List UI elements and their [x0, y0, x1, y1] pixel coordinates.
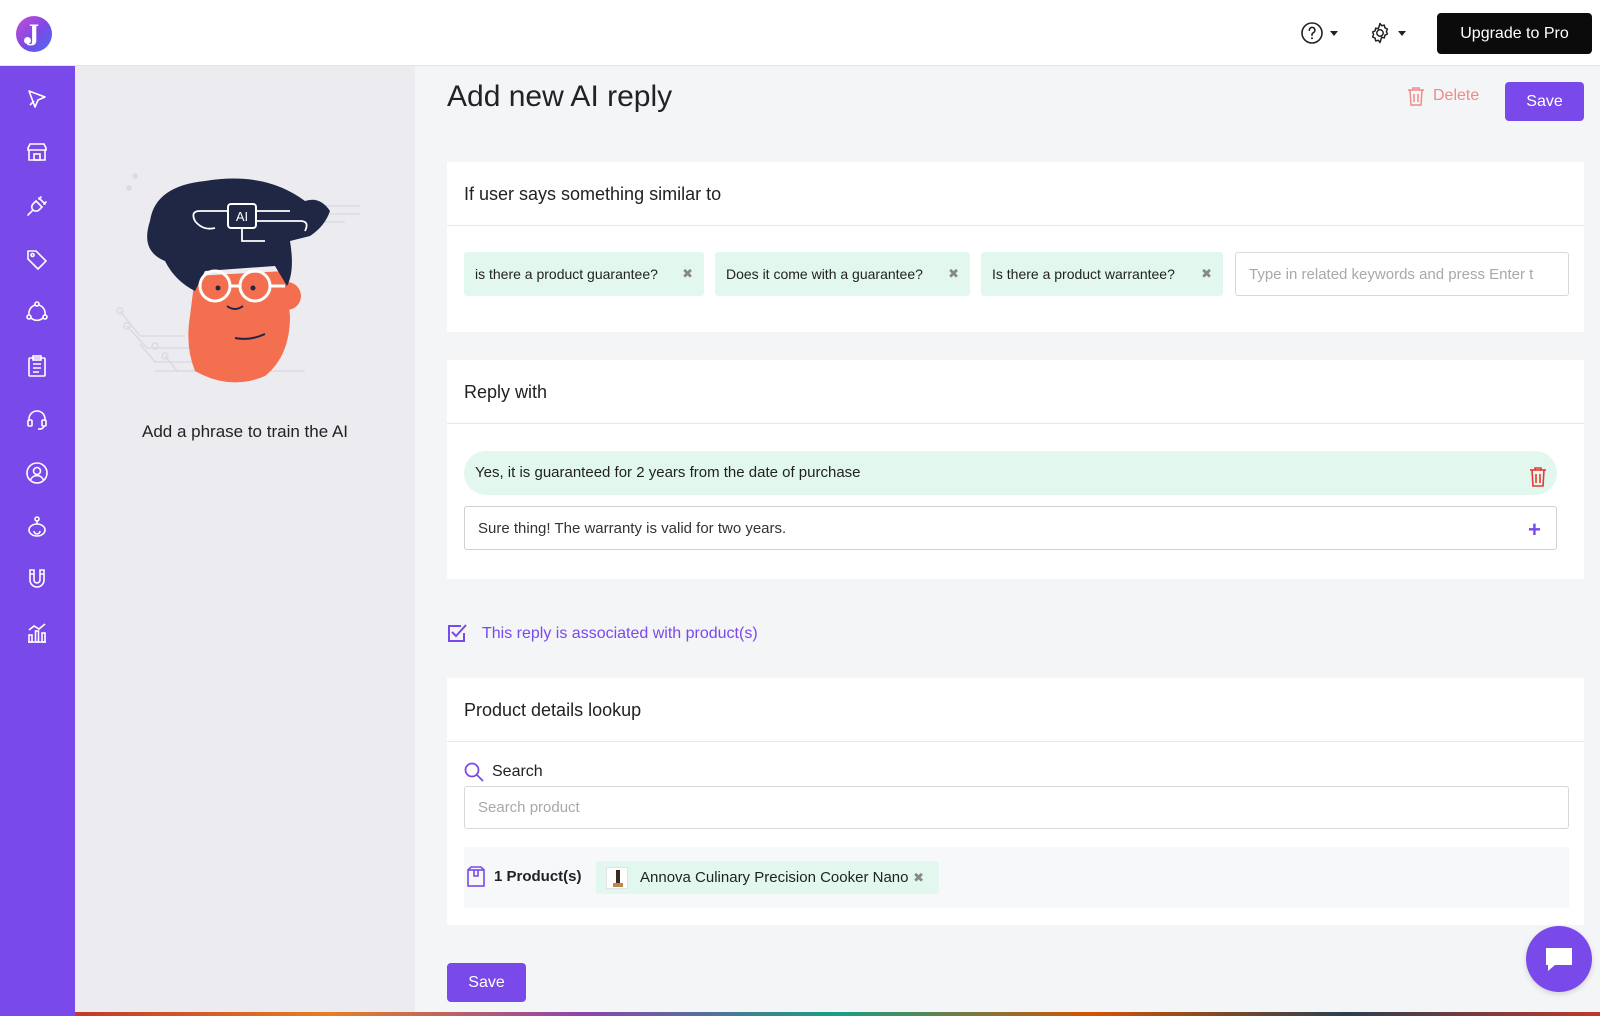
sidebar-item-integrations[interactable] [24, 193, 50, 219]
delete-reply-button[interactable] [1529, 462, 1547, 506]
background-strip [75, 1012, 1600, 1016]
phrase-text: Does it come with a guarantee? [726, 266, 923, 282]
existing-reply: Yes, it is guaranteed for 2 years from t… [464, 451, 1557, 495]
trash-icon [1530, 467, 1546, 487]
sidebar-item-workflows[interactable] [24, 299, 50, 325]
workflow-icon [26, 301, 48, 322]
sidebar-item-orders[interactable] [24, 353, 50, 379]
search-label-row: Search [464, 762, 543, 782]
sidebar-item-tags[interactable] [24, 246, 50, 272]
gear-icon [1371, 22, 1389, 44]
ai-badge-text: AI [236, 209, 248, 224]
existing-reply-text: Yes, it is guaranteed for 2 years from t… [475, 464, 861, 481]
remove-chip-icon[interactable]: ✖ [948, 266, 959, 282]
product-thumbnail [606, 866, 628, 889]
checkbox-checked-icon [448, 624, 467, 642]
save-button-top[interactable]: Save [1505, 82, 1584, 121]
product-chip: Annova Culinary Precision Cooker Nano ✖ [596, 861, 939, 894]
logo-dot [24, 37, 31, 44]
delete-label: Delete [1433, 87, 1480, 104]
illustration-panel: AI Add a phrase to train the AI [75, 66, 415, 1016]
plus-icon: + [1528, 517, 1541, 542]
sidebar-item-customers[interactable] [24, 460, 50, 486]
remove-chip-icon[interactable]: ✖ [1201, 266, 1212, 282]
tag-icon [27, 250, 47, 270]
chevron-down-icon [1330, 30, 1338, 36]
upgrade-button[interactable]: Upgrade to Pro [1437, 13, 1592, 54]
product-search-input[interactable] [464, 786, 1569, 829]
app-logo[interactable]: J [16, 16, 52, 52]
magnet-icon [29, 569, 45, 588]
package-icon [467, 866, 485, 887]
phrase-text: Is there a product warrantee? [992, 266, 1175, 282]
similar-phrases-heading: If user says something similar to [447, 162, 1584, 226]
plug-icon [27, 196, 47, 216]
selected-products-row: 1 Product(s) Annova Culinary Precision C… [464, 847, 1569, 908]
remove-product-icon[interactable]: ✖ [913, 870, 924, 886]
analytics-icon [28, 623, 46, 643]
clipboard-icon [28, 355, 46, 377]
reply-heading: Reply with [447, 360, 1584, 424]
headset-icon [27, 410, 47, 430]
product-name: Annova Culinary Precision Cooker Nano [640, 869, 909, 886]
product-count: 1 Product(s) [466, 865, 582, 887]
trash-icon [1408, 87, 1424, 106]
sidebar-item-analytics[interactable] [24, 620, 50, 646]
similar-phrases-card: If user says something similar to is the… [447, 162, 1584, 332]
keyword-input[interactable] [1235, 252, 1569, 296]
search-icon [464, 762, 484, 782]
phrase-chip: is there a product guarantee? ✖ [464, 252, 704, 296]
store-icon [27, 143, 47, 161]
sidebar [0, 66, 75, 1016]
product-association-toggle[interactable]: This reply is associated with product(s) [447, 623, 758, 644]
phrase-chip: Does it come with a guarantee? ✖ [715, 252, 970, 296]
bot-icon [28, 516, 46, 537]
help-menu[interactable] [1300, 20, 1338, 46]
phrase-text: is there a product guarantee? [475, 266, 658, 282]
search-label: Search [492, 763, 543, 780]
settings-menu[interactable] [1368, 20, 1406, 46]
chat-launcher-button[interactable] [1526, 926, 1592, 992]
page-title: Add new AI reply [447, 80, 673, 113]
save-button-bottom[interactable]: Save [447, 963, 526, 1002]
reply-card: Reply with Yes, it is guaranteed for 2 y… [447, 360, 1584, 579]
rocket-icon [28, 90, 46, 108]
delete-button[interactable]: Delete [1407, 86, 1479, 106]
illustration-caption: Add a phrase to train the AI [141, 422, 349, 441]
user-circle-icon [26, 462, 48, 484]
sidebar-item-campaigns[interactable] [24, 86, 50, 112]
add-reply-button[interactable]: + [1528, 517, 1541, 543]
phrase-chip: Is there a product warrantee? ✖ [981, 252, 1223, 296]
product-count-label: 1 Product(s) [494, 867, 582, 885]
top-bar: J Upgrade to Pro [0, 0, 1600, 66]
sidebar-item-leads[interactable] [24, 566, 50, 592]
product-association-label: This reply is associated with product(s) [482, 624, 758, 642]
chat-icon [1546, 948, 1572, 971]
chevron-down-icon [1398, 30, 1406, 36]
sidebar-item-store[interactable] [24, 139, 50, 165]
reply-input[interactable] [464, 506, 1557, 550]
ai-character-illustration: AI [116, 173, 360, 383]
logo-letter: J [28, 21, 40, 47]
sidebar-item-bot[interactable] [24, 513, 50, 539]
sidebar-item-support[interactable] [24, 406, 50, 432]
product-lookup-heading: Product details lookup [447, 678, 1584, 742]
remove-chip-icon[interactable]: ✖ [682, 266, 693, 282]
help-icon [1301, 22, 1323, 44]
product-lookup-card: Product details lookup Search 1 Product(… [447, 678, 1584, 925]
